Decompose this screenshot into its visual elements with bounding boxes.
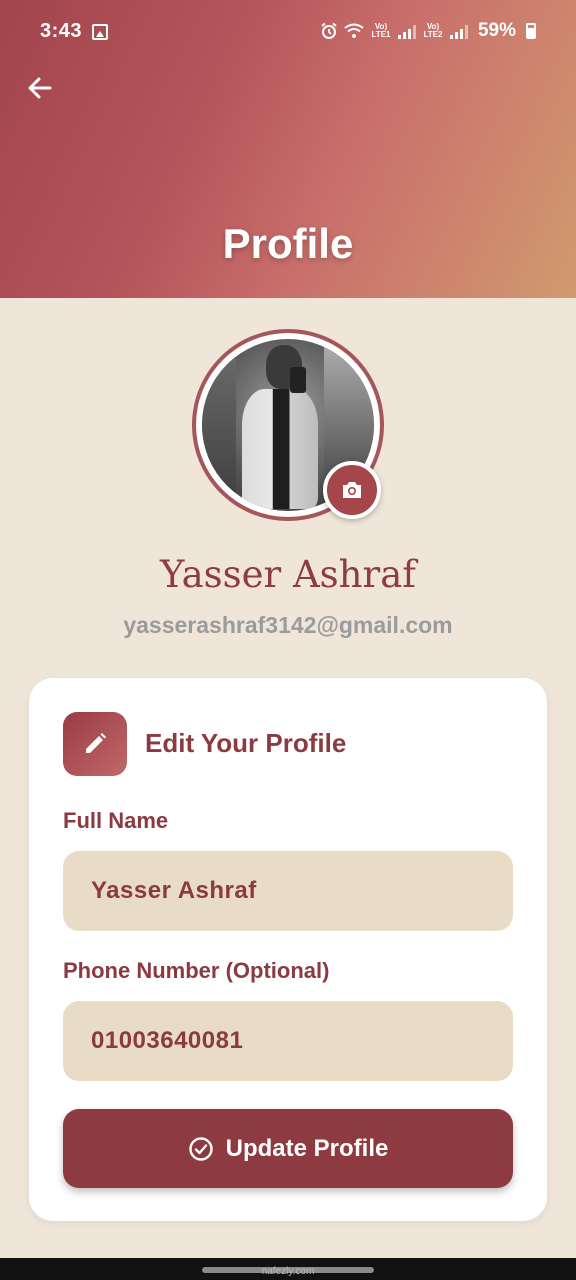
photo-figure-body xyxy=(242,389,318,509)
battery-icon xyxy=(526,23,536,39)
lte1-label: Vo) LTE1 xyxy=(371,22,391,39)
user-email: yasserashraf3142@gmail.com xyxy=(123,612,453,638)
alarm-icon xyxy=(321,22,337,39)
back-button[interactable] xyxy=(22,70,58,106)
wifi-icon xyxy=(344,23,364,38)
check-circle-icon xyxy=(188,1136,213,1161)
update-profile-label: Update Profile xyxy=(225,1134,389,1162)
user-name: Yasser Ashraf xyxy=(160,553,416,596)
pencil-icon xyxy=(86,733,106,753)
signal1-icon xyxy=(397,23,416,39)
phone-label: Phone Number (Optional) xyxy=(63,958,330,983)
photo-figure-phone xyxy=(290,367,306,393)
arrow-left-icon xyxy=(28,77,52,99)
page-title: Profile xyxy=(222,220,354,267)
edit-icon-badge xyxy=(63,712,127,776)
full-name-label: Full Name xyxy=(63,808,169,833)
watermark: nafezly.com xyxy=(261,1266,315,1277)
signal2-icon xyxy=(449,23,468,39)
status-time: 3:43 xyxy=(40,20,83,42)
card-title: Edit Your Profile xyxy=(145,728,347,758)
camera-icon xyxy=(343,482,361,498)
lte2-label: Vo) LTE2 xyxy=(423,22,443,39)
status-icons: Vo) LTE1 Vo) LTE2 59% xyxy=(320,20,536,42)
status-bar: 3:43 Vo) LTE1 Vo) LTE2 59% xyxy=(0,0,576,62)
change-photo-button[interactable] xyxy=(323,461,381,519)
photo-wall-left xyxy=(202,339,236,511)
battery-percent: 59% xyxy=(477,20,516,41)
gallery-icon xyxy=(92,24,108,40)
update-profile-button[interactable]: Update Profile xyxy=(63,1109,513,1188)
edit-profile-card: Edit Your Profile Full Name Phone Number… xyxy=(29,678,547,1221)
full-name-input[interactable] xyxy=(63,851,513,931)
phone-input[interactable] xyxy=(63,1001,513,1081)
